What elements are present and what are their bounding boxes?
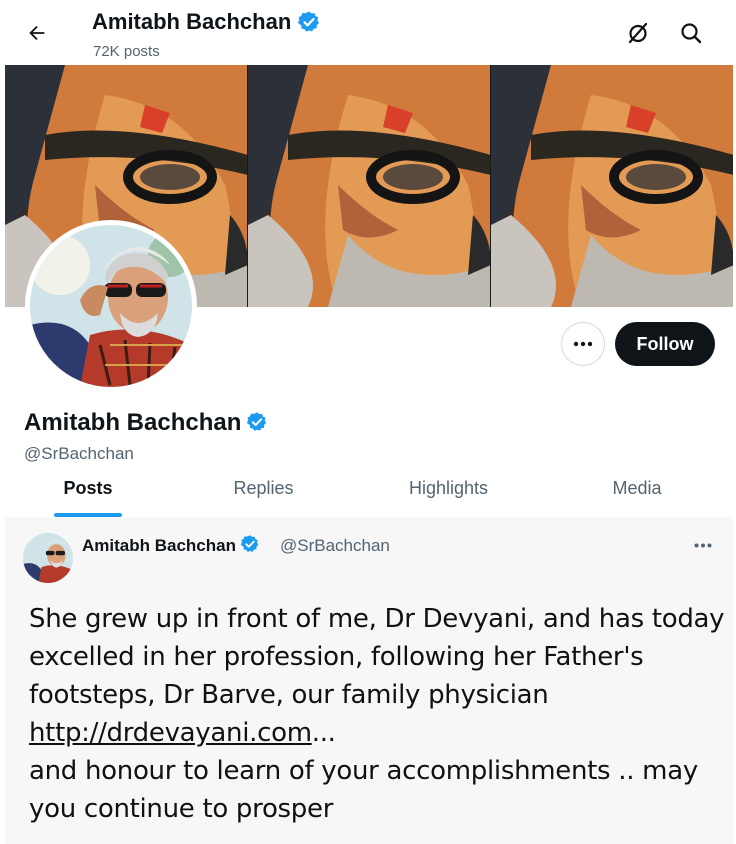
profile-name-text: Amitabh Bachchan [24, 409, 242, 436]
profile-avatar[interactable] [25, 220, 197, 392]
post-author-handle[interactable]: @SrBachchan [280, 536, 390, 556]
profile-name: Amitabh Bachchan [24, 409, 270, 437]
tab-media[interactable]: Media [541, 460, 733, 516]
tab-posts[interactable]: Posts [5, 460, 171, 516]
arrow-left-icon [29, 25, 45, 41]
more-options-button[interactable] [561, 322, 605, 366]
post-text-part1: She grew up in front of me, Dr Devyani, … [29, 604, 725, 710]
back-button[interactable] [20, 16, 54, 50]
post-link[interactable]: http://drdevayani.com [29, 718, 312, 748]
post-author-name-text: Amitabh Bachchan [82, 536, 236, 555]
more-horizontal-icon [573, 341, 593, 347]
grok-button[interactable] [621, 16, 655, 50]
post-more-button[interactable] [689, 533, 717, 557]
more-horizontal-icon [694, 543, 712, 547]
verified-badge-icon [297, 10, 321, 34]
search-icon [681, 23, 702, 44]
post-card[interactable]: Amitabh Bachchan @SrBachchan She grew up… [5, 517, 733, 844]
post-link-suffix: ... [311, 718, 336, 748]
post-author-avatar[interactable] [23, 533, 73, 583]
verified-badge-icon [240, 534, 264, 558]
post-text-part2: and honour to learn of your accomplishme… [29, 756, 698, 824]
post-author-name[interactable]: Amitabh Bachchan [82, 534, 264, 558]
grok-icon [628, 22, 648, 44]
profile-header: Amitabh Bachchan 72K posts [0, 0, 736, 65]
tab-highlights[interactable]: Highlights [356, 460, 541, 516]
header-title: Amitabh Bachchan [92, 9, 321, 35]
header-name: Amitabh Bachchan [92, 9, 292, 34]
tab-replies[interactable]: Replies [171, 460, 356, 516]
profile-tabs: Posts Replies Highlights Media [5, 460, 733, 516]
post-body: She grew up in front of me, Dr Devyani, … [29, 600, 729, 828]
posts-count: 72K posts [93, 43, 160, 60]
banner-portrait-tile [491, 65, 733, 307]
verified-badge-icon [246, 411, 270, 435]
follow-button[interactable]: Follow [615, 322, 715, 366]
search-button[interactable] [674, 16, 708, 50]
banner-portrait-tile [248, 65, 491, 307]
